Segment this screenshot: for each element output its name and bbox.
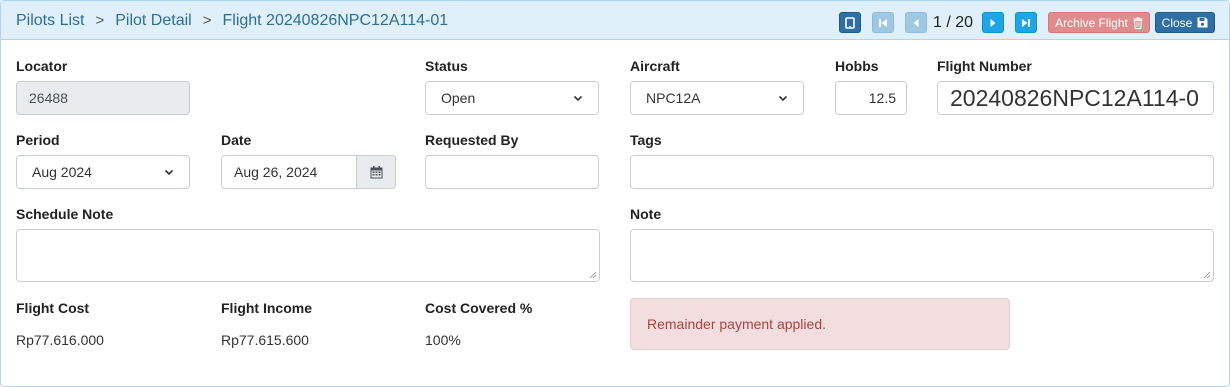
chevron-down-icon [573,95,583,102]
flight-cost-label: Flight Cost [16,300,90,316]
payment-alert-text: Remainder payment applied. [647,316,826,332]
hobbs-label: Hobbs [835,58,879,74]
tablet-view-button[interactable] [839,12,861,33]
close-label: Close [1161,15,1193,30]
resize-grip-icon[interactable] [1203,271,1211,279]
date-picker-button[interactable] [356,155,396,189]
breadcrumb-separator: > [95,12,105,29]
save-icon [1197,17,1208,28]
resize-grip-icon[interactable] [589,271,597,279]
date-label: Date [221,132,252,148]
locator-label: Locator [16,58,68,74]
period-select[interactable]: Aug 2024 [16,155,190,189]
breadcrumb-pilots-list[interactable]: Pilots List [16,12,84,30]
chevron-down-icon [778,95,788,102]
tablet-icon [845,16,855,29]
period-label: Period [16,132,60,148]
flight-income-value: Rp77.615.600 [221,332,309,348]
locator-field: 26488 [16,81,190,115]
schedule-note-label: Schedule Note [16,206,114,222]
chevron-down-icon [164,169,174,176]
last-page-button[interactable] [1015,12,1037,33]
close-button[interactable]: Close [1155,12,1215,33]
flight-cost-value: Rp77.616.000 [16,332,104,348]
status-label: Status [425,58,468,74]
last-page-icon [1022,18,1030,27]
requested-by-label: Requested By [425,132,519,148]
tags-input[interactable] [630,155,1214,189]
breadcrumb-current-flight: Flight 20240826NPC12A114-01 [222,11,449,29]
note-textarea[interactable] [630,229,1214,282]
tags-label: Tags [630,132,662,148]
prev-icon [913,18,919,27]
status-value: Open [441,90,476,106]
requested-by-input[interactable] [425,155,599,189]
flight-number-input[interactable]: 20240826NPC12A114-0 [937,81,1214,115]
pager-indicator: 1 / 20 [933,14,974,31]
period-value: Aug 2024 [32,164,92,180]
archive-flight-label: Archive Flight [1055,15,1128,30]
next-page-button[interactable] [982,12,1004,33]
first-page-icon [879,18,887,27]
hobbs-input[interactable]: 12.5 [835,81,907,115]
panel-header: Pilots List > Pilot Detail > Flight 2024… [1,1,1229,40]
aircraft-label: Aircraft [630,58,680,74]
archive-flight-button[interactable]: Archive Flight [1048,12,1150,33]
note-label: Note [630,206,662,222]
first-page-button[interactable] [872,12,894,33]
schedule-note-textarea[interactable] [16,229,600,282]
cost-covered-label: Cost Covered % [425,300,533,316]
breadcrumb: Pilots List > Pilot Detail > Flight 2024… [16,1,448,40]
payment-alert: Remainder payment applied. [630,298,1010,350]
calendar-icon [370,165,382,178]
next-icon [990,18,996,27]
status-select[interactable]: Open [425,81,599,115]
aircraft-select[interactable]: NPC12A [630,81,804,115]
flight-income-label: Flight Income [221,300,312,316]
cost-covered-value: 100% [425,332,461,348]
prev-page-button[interactable] [905,12,927,33]
date-input[interactable]: Aug 26, 2024 [221,155,357,189]
breadcrumb-pilot-detail[interactable]: Pilot Detail [115,12,191,30]
flight-detail-panel: Pilots List > Pilot Detail > Flight 2024… [0,0,1230,387]
trash-icon [1133,16,1143,29]
breadcrumb-separator: > [202,12,212,29]
flight-number-label: Flight Number [937,58,1032,74]
aircraft-value: NPC12A [646,90,701,106]
